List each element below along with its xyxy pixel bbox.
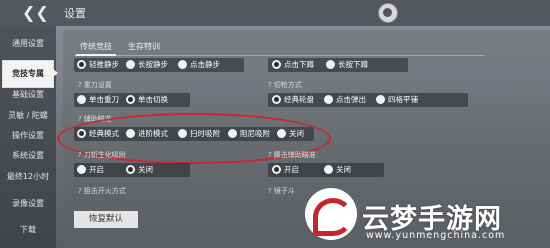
option-tap-crouch[interactable]: 点击下蹲 [272, 58, 314, 72]
help-icon[interactable]: ? [78, 187, 82, 195]
option-label: 点击静步 [190, 60, 220, 69]
option-click-toggle[interactable]: 单击切换 [126, 93, 168, 107]
section-title: 镜子斗 [273, 187, 295, 195]
radio-button [326, 59, 335, 69]
sidebar: 通用设置 竞技专属 基础设置 灵敏 / 陀螺 操作设置 系统设置 最终12小时 … [0, 26, 58, 248]
option-hip-aim-on[interactable]: 开启 [272, 163, 299, 177]
radio-button [77, 164, 86, 174]
help-icon[interactable]: ? [268, 151, 272, 159]
option-label: 点击下蹲 [284, 60, 314, 69]
section-title: 狙击开火方式 [83, 187, 126, 195]
radio-button [272, 164, 281, 174]
help-icon[interactable]: ? [268, 81, 272, 89]
section-heavy-knife: ? 重刀设置 [78, 80, 112, 90]
section-title: 腰击辅助瞄准 [273, 151, 316, 159]
option-four-grid[interactable]: 四格平铺 [376, 93, 418, 107]
radio-button [324, 94, 333, 104]
option-hip-aim-off[interactable]: 关闭 [324, 163, 351, 177]
sidebar-item-controls[interactable]: 操作设置 [0, 130, 56, 141]
radio-button [178, 59, 187, 69]
sidebar-item-last12h[interactable]: 最终12小时 [0, 171, 56, 182]
section-scope: ? 镜子斗 [268, 186, 295, 196]
sidebar-item-sensitivity[interactable]: 灵敏 / 陀螺 [0, 110, 56, 121]
option-knife-snap-on[interactable]: 开启 [77, 163, 104, 177]
radio-button [272, 59, 281, 69]
option-label: 长按静步 [138, 60, 168, 69]
section-title: 切枪方式 [273, 81, 302, 89]
option-label: 单击重刀 [89, 95, 119, 104]
section-title: 重刀设置 [83, 81, 112, 89]
help-icon[interactable]: ? [268, 187, 272, 195]
help-icon[interactable]: ? [78, 151, 82, 159]
section-sniper-fire-mode: ? 狙击开火方式 [78, 186, 126, 196]
sidebar-item-system[interactable]: 系统设置 [0, 150, 56, 161]
help-icon[interactable]: ? [78, 115, 82, 123]
section-title: 刀斩生化吸附 [83, 151, 126, 159]
watermark-url: www.yunmengchina.com [366, 230, 506, 241]
sidebar-item-competitive[interactable]: 竞技专属 [2, 60, 58, 88]
option-label: 关闭 [138, 165, 153, 174]
option-label: 点击弹出 [336, 95, 366, 104]
radio-button [376, 94, 385, 104]
page-title: 设置 [64, 7, 86, 20]
sidebar-item-download[interactable]: 下载 [0, 224, 56, 235]
option-click-heavy-knife[interactable]: 单击重刀 [77, 93, 119, 107]
radio-button [126, 59, 135, 69]
sidebar-item-general[interactable]: 通用设置 [0, 38, 56, 49]
option-knife-snap-off[interactable]: 关闭 [126, 163, 153, 177]
option-hold-silent-walk[interactable]: 长按静步 [126, 58, 168, 72]
option-label: 经典轮盘 [284, 95, 314, 104]
section-hip-aim-assist: ? 腰击辅助瞄准 [268, 150, 316, 160]
option-label: 开启 [89, 165, 104, 174]
top-bar: ❮❮ 设置 [0, 0, 550, 26]
option-label: 长按下蹲 [338, 60, 368, 69]
option-tap-silent-walk[interactable]: 点击静步 [178, 58, 220, 72]
section-weapon-switch: ? 切枪方式 [268, 80, 302, 90]
radio-button [126, 164, 135, 174]
radio-button [272, 94, 281, 104]
option-label: 轻推静步 [89, 60, 119, 69]
option-classic-wheel[interactable]: 经典轮盘 [272, 93, 314, 107]
sidebar-item-basic[interactable]: 基础设置 [0, 89, 56, 100]
reset-default-button[interactable]: 恢复默认 [74, 211, 138, 228]
radio-button [77, 94, 86, 104]
option-label: 四格平铺 [388, 95, 418, 104]
back-chevron-icon[interactable]: ❮❮ [22, 4, 49, 22]
tab-survival-training[interactable]: 生存特训 [124, 41, 164, 54]
option-label: 单击切换 [138, 95, 168, 104]
help-icon[interactable]: ? [78, 81, 82, 89]
option-label: 关闭 [336, 165, 351, 174]
radio-button [77, 59, 86, 69]
avatar-badge-icon[interactable] [378, 3, 398, 23]
sidebar-item-replay[interactable]: 录像设置 [0, 198, 56, 209]
option-hold-crouch[interactable]: 长按下蹲 [326, 58, 368, 72]
watermark-logo-icon [305, 188, 357, 240]
option-tap-popup[interactable]: 点击弹出 [324, 93, 366, 107]
option-label: 开启 [284, 165, 299, 174]
tab-classic-competitive[interactable]: 传统竞技 [76, 41, 116, 56]
radio-button [126, 94, 135, 104]
tab-divider [74, 55, 484, 56]
option-gentle-silent-walk[interactable]: 轻推静步 [77, 58, 119, 72]
section-knife-zombie-snap: ? 刀斩生化吸附 [78, 150, 126, 160]
radio-button [324, 164, 333, 174]
